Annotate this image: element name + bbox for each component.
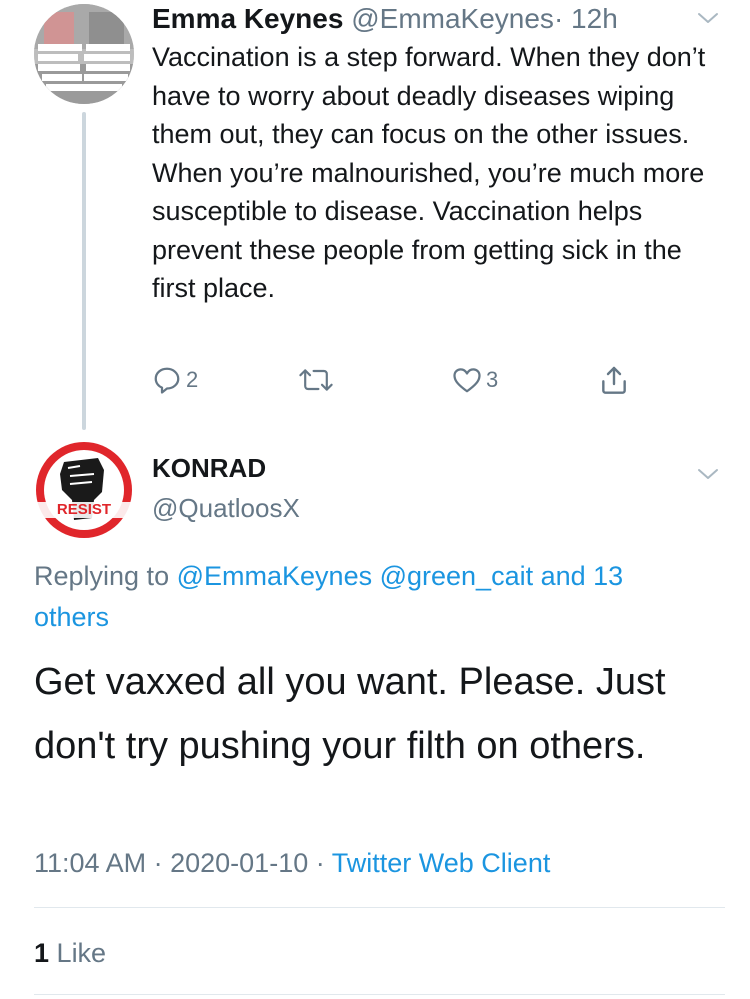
replying-to-line: Replying to @EmmaKeynes @green_cait and … <box>34 556 704 638</box>
reply-author-avatar[interactable]: RESIST <box>34 440 134 540</box>
reply-author-name[interactable]: KONRAD <box>152 452 266 484</box>
meta-separator: · <box>315 848 325 878</box>
parent-author-name[interactable]: Emma Keynes <box>152 3 343 34</box>
parent-tweet-header: Emma Keynes @EmmaKeynes· 12h <box>152 2 618 36</box>
tweet-time[interactable]: 11:04 AM <box>34 848 146 878</box>
likes-label: Like <box>56 938 107 968</box>
reply-action[interactable]: 2 <box>152 360 198 400</box>
divider <box>34 907 725 908</box>
reply-icon <box>154 367 180 394</box>
likes-count: 1 <box>34 938 50 968</box>
reply-tweet-text: Get vaxxed all you want. Please. Just do… <box>34 661 666 767</box>
replying-to-prefix: Replying to <box>34 561 170 591</box>
avatar-photo <box>34 4 134 104</box>
likes-stat[interactable]: 1 Like <box>34 933 106 973</box>
reply-count: 2 <box>186 367 199 392</box>
resist-badge-text: RESIST <box>56 501 112 518</box>
like-count: 3 <box>486 367 499 392</box>
divider <box>34 994 725 995</box>
like-action[interactable]: 3 <box>452 360 498 400</box>
tweet-meta-line: 11:04 AM · 2020-01-10 · Twitter Web Clie… <box>34 843 550 883</box>
tweet-source[interactable]: Twitter Web Client <box>332 848 551 878</box>
parent-tweet-time[interactable]: 12h <box>571 3 618 34</box>
tweet-date[interactable]: 2020-01-10 <box>170 848 308 878</box>
parent-tweet-text: Vaccination is a step forward. When they… <box>152 42 706 303</box>
thread-connector-line <box>82 112 86 430</box>
parent-author-handle[interactable]: @EmmaKeynes <box>351 3 554 34</box>
resist-fist-avatar <box>36 442 132 538</box>
meta-separator: · <box>153 848 163 878</box>
share-icon <box>602 366 626 394</box>
header-separator: · <box>553 3 564 34</box>
reply-author-handle[interactable]: @QuatloosX <box>152 492 300 524</box>
chevron-down-icon[interactable] <box>696 462 720 486</box>
chevron-down-icon[interactable] <box>696 6 720 30</box>
parent-author-avatar[interactable] <box>34 4 134 104</box>
share-action[interactable] <box>598 360 630 400</box>
like-icon <box>453 368 481 393</box>
retweet-action[interactable] <box>298 360 338 400</box>
retweet-icon <box>299 369 333 391</box>
